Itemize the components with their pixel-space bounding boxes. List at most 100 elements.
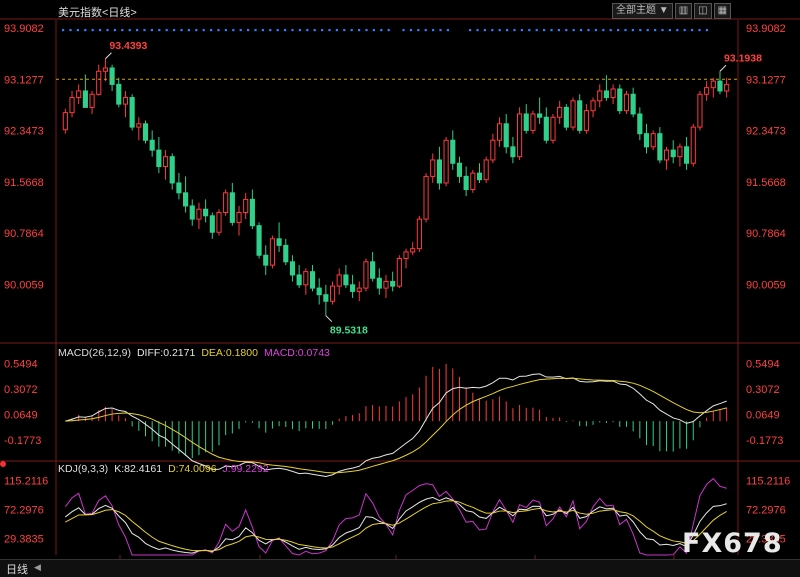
kdj-k: K:82.4161	[114, 463, 163, 475]
candle-body	[597, 90, 603, 102]
candle-body	[263, 254, 269, 266]
signal-dot	[247, 29, 250, 32]
price-axis-right-label: 90.7864	[746, 228, 786, 240]
candle-body	[530, 113, 536, 131]
chart-type-icon[interactable]: ▥	[674, 3, 693, 19]
candle-body	[570, 100, 576, 128]
signal-dot	[261, 29, 264, 32]
signal-dot	[180, 29, 183, 32]
signal-dot	[513, 29, 516, 32]
candle-body	[443, 139, 449, 184]
macd-axis-left-label: 0.0649	[4, 409, 38, 421]
candle-body	[309, 271, 316, 289]
signal-dot	[121, 29, 124, 32]
signal-dot	[565, 29, 568, 32]
price-axis-left-label: 93.1277	[4, 74, 44, 86]
macd-axis-left-label: 0.3072	[4, 384, 38, 396]
candle-body	[590, 100, 596, 112]
signal-dot	[269, 29, 272, 32]
candle-body	[122, 97, 129, 105]
layout-icon[interactable]: ◫	[694, 3, 712, 19]
candle-body	[643, 133, 650, 148]
signal-dot	[113, 29, 116, 32]
candle-body	[717, 80, 723, 92]
candle-body	[69, 97, 75, 114]
signal-dot	[646, 29, 649, 32]
signal-dot	[661, 29, 664, 32]
signal-dot	[158, 29, 161, 32]
signal-dot	[202, 29, 205, 32]
signal-dot	[446, 29, 449, 32]
theme-dropdown[interactable]: 全部主题 ▼	[612, 3, 673, 19]
macd-axis-right-label: 0.5494	[746, 358, 780, 370]
signal-dot	[572, 29, 575, 32]
candle-body	[670, 149, 676, 158]
candle-body	[136, 123, 142, 128]
candle-body	[517, 113, 523, 158]
signal-dot	[343, 29, 346, 32]
candle-body	[503, 123, 509, 148]
signal-dot	[217, 29, 220, 32]
candle-body	[463, 175, 469, 191]
macd-diff: DIFF:0.2171	[136, 347, 196, 359]
signal-dot	[491, 29, 494, 32]
candle-body	[617, 88, 623, 112]
signal-dot	[165, 29, 168, 32]
signal-dot	[557, 29, 560, 32]
signal-dot	[520, 29, 523, 32]
candle-body	[116, 83, 122, 105]
candle-body	[476, 172, 483, 181]
candle-body	[537, 113, 543, 118]
signal-dot	[387, 29, 390, 32]
tab-left-arrow-icon[interactable]: ◀	[34, 562, 41, 573]
candle-body	[710, 80, 716, 89]
signal-dot	[417, 29, 420, 32]
candle-body	[456, 162, 463, 177]
candle-body	[183, 192, 189, 207]
candle-body	[663, 149, 670, 161]
candle-body	[303, 271, 309, 286]
candle-body	[343, 274, 349, 286]
macd-axis-left-label: -0.1773	[4, 435, 41, 447]
signal-dot	[439, 29, 442, 32]
candle-body	[329, 285, 336, 302]
signal-dot	[62, 29, 65, 32]
signal-dot	[284, 29, 287, 32]
signal-dot	[313, 29, 316, 32]
signal-dot	[402, 29, 405, 32]
signal-dot	[432, 29, 435, 32]
kdj-j: J:99.2292	[222, 463, 269, 475]
low-annotation-pointer	[325, 315, 333, 323]
grid-icon[interactable]: ▦	[713, 3, 732, 19]
high-annotation-2-pointer	[719, 64, 727, 72]
macd-axis-right-label: 0.3072	[746, 384, 780, 396]
candle-body	[543, 116, 549, 141]
period-link[interactable]: <日线>	[102, 7, 137, 19]
candle-body	[430, 159, 436, 177]
price-axis-right-label: 93.9082	[746, 23, 786, 35]
candle-body	[510, 146, 516, 158]
signal-dot	[483, 29, 486, 32]
toolbar: 全部主题 ▼ ▥ ◫ ▦	[612, 3, 732, 19]
chart-canvas[interactable]: 93.9082 93.9082 93.1277 93.1277 92.3473 92.34…	[0, 0, 800, 576]
candle-body	[256, 225, 262, 256]
kdj-axis-right-label: 115.2116	[746, 476, 790, 488]
candle-body	[289, 261, 296, 276]
tab-daily[interactable]: 日线	[6, 561, 28, 577]
signal-dot	[594, 29, 597, 32]
signal-dot	[624, 29, 627, 32]
candle-body	[416, 218, 422, 250]
signal-dot	[409, 29, 412, 32]
signal-dot	[195, 29, 198, 32]
signal-dot	[173, 29, 176, 32]
signal-dot	[150, 29, 153, 32]
candle-body	[356, 287, 362, 292]
macd-title: MACD(26,12,9)	[58, 347, 131, 359]
candle-body	[423, 175, 429, 220]
signal-dot	[298, 29, 301, 32]
candle-body	[196, 208, 202, 220]
candle-body	[450, 139, 456, 164]
signal-dot	[335, 29, 338, 32]
candle-body	[89, 93, 95, 108]
macd-dea: DEA:0.1800	[201, 347, 258, 359]
